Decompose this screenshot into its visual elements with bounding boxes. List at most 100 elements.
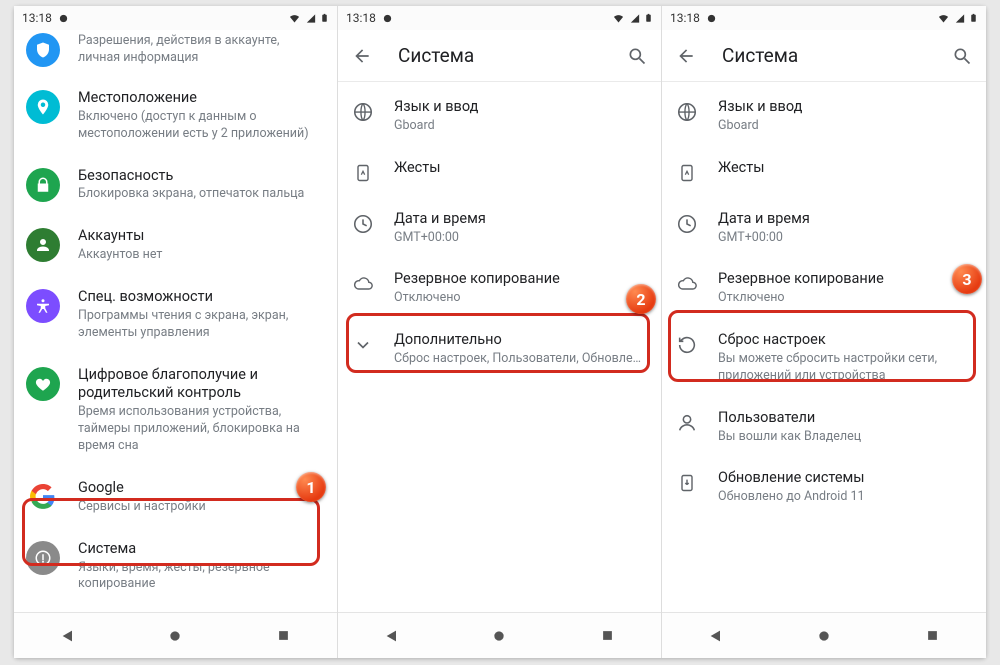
row-sub: Программы чтения с экрана, экран, элемен… <box>78 308 323 342</box>
chevron-down-icon <box>350 332 376 358</box>
row-gestures[interactable]: Жесты <box>338 147 661 198</box>
app-bar: Система <box>662 30 986 82</box>
status-bar: 13:18 <box>338 6 661 30</box>
row-sub: GMT+00:00 <box>718 230 972 247</box>
page-title: Система <box>398 44 474 67</box>
row-title: Жесты <box>394 159 647 178</box>
row-reset[interactable]: Сброс настроек Вы можете сбросить настро… <box>662 319 986 397</box>
row-title: Аккаунты <box>78 227 323 246</box>
nav-bar <box>338 612 661 658</box>
clock: 13:18 <box>346 11 376 25</box>
row-privacy[interactable]: Разрешения, действия в аккаунте, личная … <box>14 30 337 77</box>
signal-icon <box>306 12 316 25</box>
row-language[interactable]: Язык и ввод Gboard <box>338 86 661 147</box>
row-title: Резервное копирование <box>718 270 972 289</box>
nav-recent[interactable] <box>908 620 956 652</box>
settings-list[interactable]: Разрешения, действия в аккаунте, личная … <box>14 30 337 612</box>
row-system[interactable]: Система Языки, время, жесты, резервное к… <box>14 528 337 606</box>
clock: 13:18 <box>22 11 52 25</box>
battery-icon <box>969 11 978 25</box>
nav-recent[interactable] <box>583 620 631 652</box>
account-icon <box>26 228 60 262</box>
row-title: Обновление системы <box>718 469 972 488</box>
system-icon <box>26 541 60 575</box>
status-bar: 13:18 <box>14 6 337 30</box>
wifi-icon <box>287 12 302 24</box>
nav-home[interactable] <box>475 620 523 652</box>
row-sub: Сброс настроек, Пользователи, Обновление… <box>394 351 647 368</box>
clock-icon <box>674 211 700 237</box>
row-title: Google <box>78 479 323 498</box>
google-icon <box>26 480 60 514</box>
row-backup[interactable]: Резервное копирование Отключено <box>338 258 661 319</box>
nav-back[interactable] <box>44 620 92 652</box>
back-button[interactable] <box>348 42 376 70</box>
row-sub: Блокировка экрана, отпечаток пальца <box>78 186 323 203</box>
row-update[interactable]: Обновление системы Обновлено до Android … <box>662 457 986 518</box>
nav-home[interactable] <box>151 620 199 652</box>
row-title: Цифровое благополучие и родительский кон… <box>78 366 323 404</box>
wellbeing-icon <box>26 367 60 401</box>
row-advanced[interactable]: Дополнительно Сброс настроек, Пользовате… <box>338 319 661 380</box>
system-list[interactable]: Язык и ввод Gboard Жесты Дата и время GM… <box>338 82 661 612</box>
cloud-icon <box>350 271 376 297</box>
row-sub: Разрешения, действия в аккаунте, личная … <box>78 33 323 67</box>
row-language[interactable]: Язык и ввод Gboard <box>662 86 986 147</box>
nav-bar <box>14 612 337 658</box>
status-icons <box>936 11 978 25</box>
row-sub: Вы можете сбросить настройки сети, прило… <box>718 351 972 385</box>
row-security[interactable]: Безопасность Блокировка экрана, отпечато… <box>14 155 337 216</box>
nav-home[interactable] <box>800 620 848 652</box>
row-datetime[interactable]: Дата и время GMT+00:00 <box>662 198 986 259</box>
nav-bar <box>662 612 986 658</box>
row-sub: Сервисы и настройки <box>78 499 323 516</box>
row-sub: Gboard <box>718 118 972 135</box>
row-wellbeing[interactable]: Цифровое благополучие и родительский кон… <box>14 354 337 467</box>
status-icons <box>611 11 653 25</box>
row-sub: Отключено <box>718 290 972 307</box>
row-location[interactable]: Местоположение Включено (доступ к данным… <box>14 77 337 155</box>
phone-1: 13:18 Разрешения, действия в аккаунте, л… <box>14 6 338 658</box>
nav-back[interactable] <box>692 620 740 652</box>
status-bar: 13:18 <box>662 6 986 30</box>
row-accounts[interactable]: Аккаунты Аккаунтов нет <box>14 215 337 276</box>
row-title: Безопасность <box>78 167 323 186</box>
row-gestures[interactable]: Жесты <box>662 147 986 198</box>
row-sub: Включено (доступ к данным о местоположен… <box>78 109 323 143</box>
row-sub: Обновлено до Android 11 <box>718 489 972 506</box>
gesture-icon <box>350 160 376 186</box>
row-title: Спец. возможности <box>78 288 323 307</box>
row-accessibility[interactable]: Спец. возможности Программы чтения с экр… <box>14 276 337 354</box>
row-title: Система <box>78 540 323 559</box>
row-title: Дата и время <box>718 210 972 229</box>
row-about-device[interactable]: Об эмулированном устройстве sdk_gphone_x… <box>14 605 337 612</box>
row-google[interactable]: Google Сервисы и настройки <box>14 467 337 528</box>
search-button[interactable] <box>623 42 651 70</box>
cloud-icon <box>674 271 700 297</box>
back-button[interactable] <box>672 42 700 70</box>
nav-back[interactable] <box>368 620 416 652</box>
row-title: Дополнительно <box>394 331 647 350</box>
lock-icon <box>26 168 60 202</box>
battery-icon <box>644 11 653 25</box>
row-users[interactable]: Пользователи Вы вошли как Владелец <box>662 397 986 458</box>
system-list[interactable]: Язык и ввод Gboard Жесты Дата и время GM… <box>662 82 986 612</box>
accessibility-icon <box>26 289 60 323</box>
notif-dot-icon <box>706 13 717 24</box>
privacy-icon <box>26 33 60 67</box>
reset-icon <box>674 332 700 358</box>
row-title: Резервное копирование <box>394 270 647 289</box>
status-icons <box>287 11 329 25</box>
search-button[interactable] <box>948 42 976 70</box>
row-sub: Аккаунтов нет <box>78 247 323 264</box>
update-icon <box>674 470 700 496</box>
wifi-icon <box>936 12 951 24</box>
globe-icon <box>350 99 376 125</box>
user-icon <box>674 410 700 436</box>
row-backup[interactable]: Резервное копирование Отключено <box>662 258 986 319</box>
row-title: Пользователи <box>718 409 972 428</box>
row-sub: GMT+00:00 <box>394 230 647 247</box>
row-sub: Языки, время, жесты, резервное копирован… <box>78 560 323 594</box>
nav-recent[interactable] <box>259 620 307 652</box>
row-datetime[interactable]: Дата и время GMT+00:00 <box>338 198 661 259</box>
